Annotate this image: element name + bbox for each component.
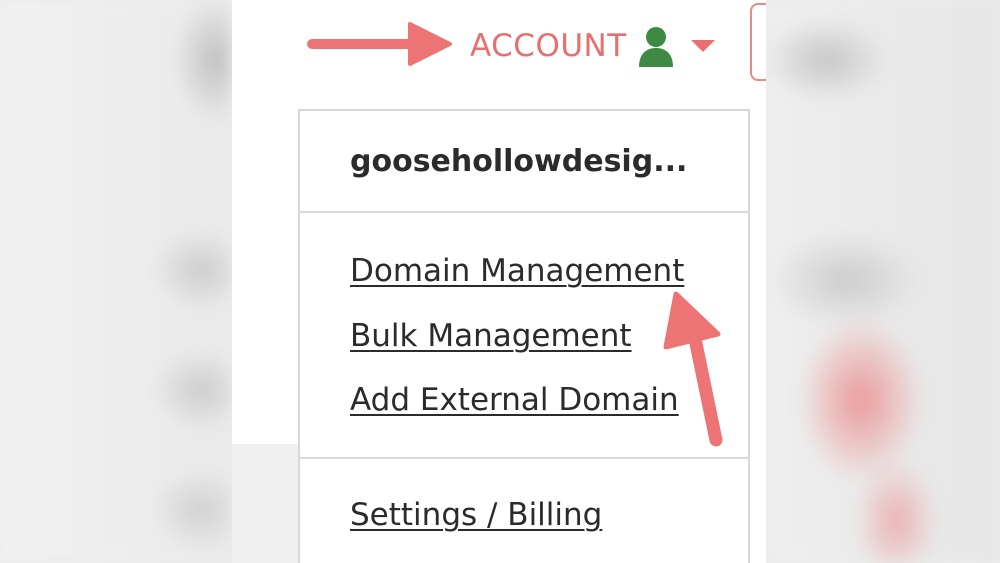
account-menu-toggle[interactable]: ACCOUNT [470, 22, 717, 70]
account-dropdown-menu: goosehollowdesig... Domain Management Bu… [298, 109, 750, 563]
domain-links-section: Domain Management Bulk Management Add Ex… [300, 213, 748, 459]
settings-billing-link[interactable]: Settings / Billing [350, 495, 748, 535]
account-name: goosehollowdesig... [350, 143, 688, 179]
add-external-domain-link[interactable]: Add External Domain [350, 380, 748, 420]
caret-down-icon [689, 37, 717, 55]
domain-management-link[interactable]: Domain Management [350, 251, 748, 291]
bulk-management-link[interactable]: Bulk Management [350, 316, 748, 356]
page-background-strip [232, 444, 298, 563]
partial-edge-button[interactable] [750, 3, 766, 81]
account-label: ACCOUNT [470, 28, 627, 64]
user-icon [637, 25, 675, 67]
blurred-background-left [0, 0, 232, 563]
settings-links-section: Settings / Billing [300, 459, 748, 535]
page-panel: ACCOUNT goosehollowdesig... Domain Manag… [232, 0, 766, 563]
account-menu-header: goosehollowdesig... [300, 111, 748, 213]
blurred-background-right [766, 0, 1000, 563]
screenshot-stage: ACCOUNT goosehollowdesig... Domain Manag… [0, 0, 1000, 563]
